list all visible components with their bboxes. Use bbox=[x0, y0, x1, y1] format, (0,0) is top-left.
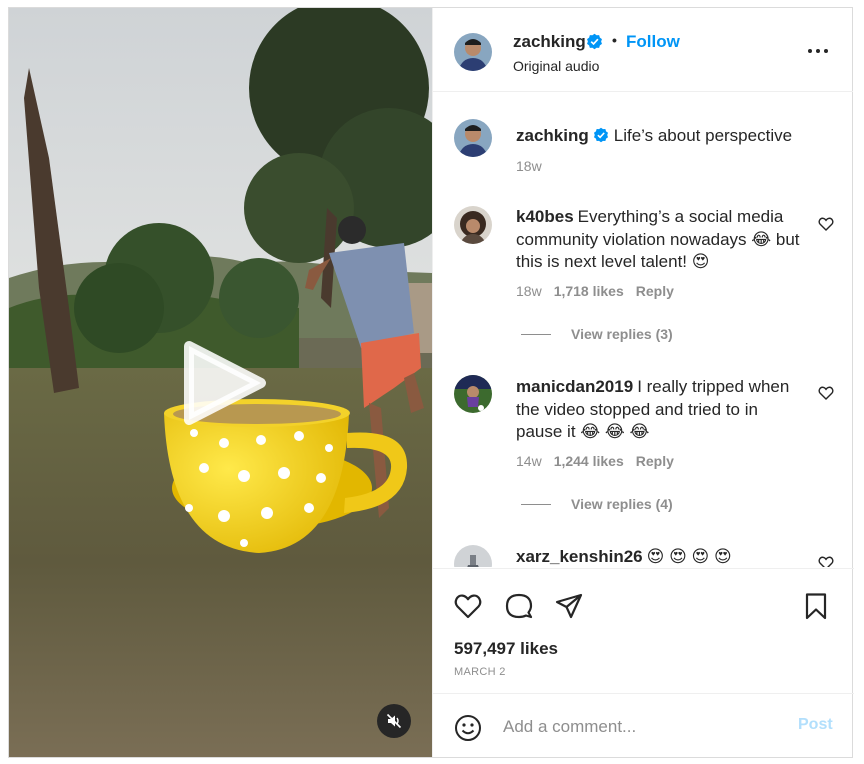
verified-badge-icon bbox=[593, 127, 608, 143]
comments-list[interactable]: zachking Life’s about perspective 18w k40… bbox=[433, 93, 854, 567]
comment-bubble-icon[interactable] bbox=[504, 591, 534, 621]
caption-username[interactable]: zachking bbox=[516, 126, 589, 145]
comment-body: manicdan2019 I really tripped when the vi… bbox=[516, 376, 806, 444]
comment-text: 😍 😍 😍 😍 bbox=[646, 547, 732, 566]
like-comment-heart-icon[interactable] bbox=[818, 385, 834, 401]
comment-time[interactable]: 18w bbox=[516, 283, 542, 299]
comment-username[interactable]: manicdan2019 bbox=[516, 377, 633, 396]
verified-badge-icon bbox=[587, 33, 602, 50]
post-header: zachking • Follow Original audio bbox=[433, 8, 853, 92]
comment-meta: 18w 1,718 likes Reply bbox=[516, 283, 686, 299]
save-bookmark-icon[interactable] bbox=[801, 591, 831, 621]
post-dialog: zachking • Follow Original audio zachkin… bbox=[8, 7, 854, 758]
post-comment-button[interactable]: Post bbox=[798, 716, 833, 734]
comment-avatar[interactable] bbox=[454, 545, 492, 567]
view-replies-button[interactable]: View replies (4) bbox=[521, 496, 673, 512]
comment-body: xarz_kenshin26 😍 😍 😍 😍 bbox=[516, 546, 806, 567]
add-comment-bar: Post bbox=[433, 693, 854, 757]
view-replies-label: View replies (4) bbox=[571, 496, 673, 512]
comment-username[interactable]: k40bes bbox=[516, 207, 574, 226]
audio-label[interactable]: Original audio bbox=[513, 58, 599, 74]
more-options-icon[interactable] bbox=[806, 41, 830, 61]
emoji-icon[interactable] bbox=[454, 714, 482, 742]
comment-meta: 14w 1,244 likes Reply bbox=[516, 453, 686, 469]
replies-divider bbox=[521, 333, 551, 335]
caption-meta: 18w bbox=[516, 158, 554, 174]
mute-button[interactable] bbox=[377, 704, 411, 738]
like-heart-icon[interactable] bbox=[453, 591, 483, 621]
comment-username[interactable]: xarz_kenshin26 bbox=[516, 547, 643, 566]
reply-button[interactable]: Reply bbox=[636, 453, 674, 469]
follow-button[interactable]: Follow bbox=[626, 32, 680, 52]
comment-avatar[interactable] bbox=[454, 206, 492, 244]
comment-time[interactable]: 14w bbox=[516, 453, 542, 469]
reply-button[interactable]: Reply bbox=[636, 283, 674, 299]
video-player[interactable] bbox=[9, 8, 432, 757]
comment-likes[interactable]: 1,244 likes bbox=[554, 453, 624, 469]
author-username[interactable]: zachking bbox=[513, 32, 586, 52]
like-comment-heart-icon[interactable] bbox=[818, 216, 834, 232]
replies-divider bbox=[521, 503, 551, 505]
caption-text: Life’s about perspective bbox=[613, 126, 793, 145]
comment-avatar[interactable] bbox=[454, 375, 492, 413]
author-avatar[interactable] bbox=[454, 33, 492, 71]
like-comment-heart-icon[interactable] bbox=[818, 555, 834, 567]
caption: zachking Life’s about perspective bbox=[516, 125, 806, 148]
post-details-panel: zachking • Follow Original audio zachkin… bbox=[432, 8, 854, 757]
view-replies-label: View replies (3) bbox=[571, 326, 673, 342]
comment-input[interactable] bbox=[503, 714, 783, 740]
comment-likes[interactable]: 1,718 likes bbox=[554, 283, 624, 299]
play-icon[interactable] bbox=[179, 338, 269, 428]
comment-body: k40bes Everything’s a social media commun… bbox=[516, 206, 806, 274]
caption-time[interactable]: 18w bbox=[516, 158, 542, 174]
post-actions: 597,497 likes MARCH 2 bbox=[433, 568, 854, 698]
share-send-icon[interactable] bbox=[554, 591, 584, 621]
separator-dot: • bbox=[612, 32, 617, 48]
caption-avatar[interactable] bbox=[454, 119, 492, 157]
volume-muted-icon bbox=[386, 713, 402, 729]
likes-count[interactable]: 597,497 likes bbox=[454, 639, 558, 659]
view-replies-button[interactable]: View replies (3) bbox=[521, 326, 673, 342]
post-date[interactable]: MARCH 2 bbox=[454, 666, 506, 678]
